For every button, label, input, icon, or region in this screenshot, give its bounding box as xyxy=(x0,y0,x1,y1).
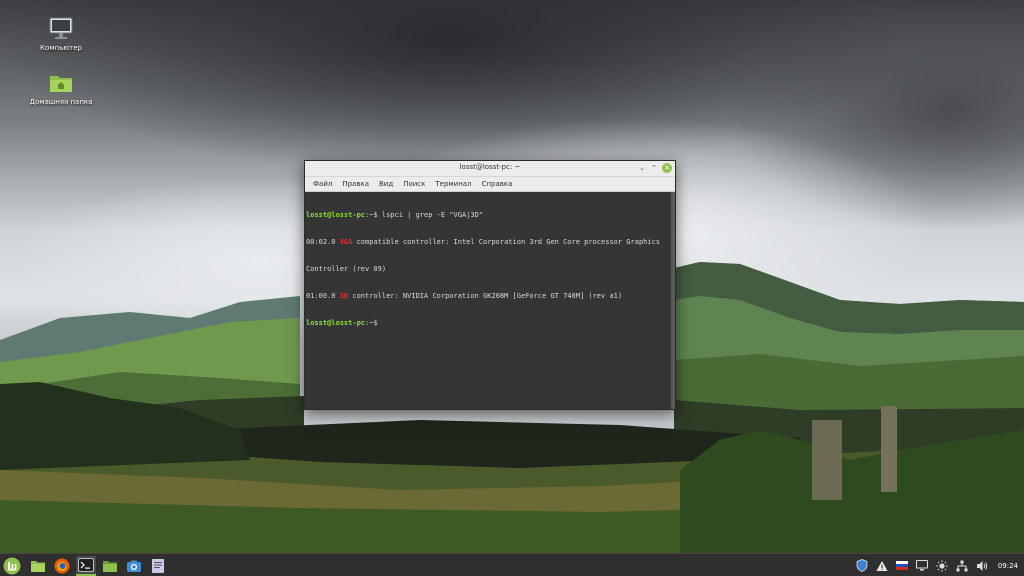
screenshot-button[interactable] xyxy=(124,556,144,576)
grep-match: 3D xyxy=(339,292,349,300)
close-button[interactable]: ✕ xyxy=(662,163,672,173)
prompt-separator: :~$ xyxy=(365,211,382,219)
menu-file[interactable]: Файл xyxy=(308,180,337,188)
clock[interactable]: 09:24 xyxy=(998,562,1018,570)
system-tray: 09:24 xyxy=(852,554,1024,576)
display-icon xyxy=(915,560,928,571)
warning-tray-button[interactable] xyxy=(875,559,889,573)
firefox-icon xyxy=(54,558,70,573)
firefox-button[interactable] xyxy=(52,556,72,576)
menu-terminal[interactable]: Терминал xyxy=(430,180,476,188)
maximize-button[interactable]: ⌃ xyxy=(649,163,659,173)
shield-icon xyxy=(856,559,868,572)
maximize-icon: ⌃ xyxy=(651,164,657,172)
mint-menu-icon xyxy=(3,557,21,574)
grep-match: VGA xyxy=(339,238,353,246)
text-editor-button[interactable] xyxy=(148,556,168,576)
terminal-window[interactable]: losst@losst-pc: ~ ⌄ ⌃ ✕ Файл Правка Вид … xyxy=(304,160,676,410)
warning-icon xyxy=(876,560,888,571)
terminal-icon xyxy=(78,557,94,572)
menu-view[interactable]: Вид xyxy=(374,180,398,188)
terminal-taskbar-button[interactable] xyxy=(76,555,96,576)
taskbar: 09:24 xyxy=(0,553,1024,576)
output-text: controller: NVIDIA Corporation GK208M [G… xyxy=(348,292,623,300)
screenshot-icon xyxy=(127,560,141,572)
window-titlebar[interactable]: losst@losst-pc: ~ ⌄ ⌃ ✕ xyxy=(305,161,675,177)
menu-edit[interactable]: Правка xyxy=(337,180,374,188)
window-menubar: Файл Правка Вид Поиск Терминал Справка xyxy=(305,177,675,192)
output-text: 01:00.0 xyxy=(306,292,340,300)
desktop-icon-label: Компьютер xyxy=(40,44,82,52)
files-icon xyxy=(103,560,117,572)
desktop-icon-home[interactable]: Домашняя папка xyxy=(26,70,96,107)
keyboard-layout-icon xyxy=(895,561,908,570)
prompt-separator: :~$ xyxy=(365,319,378,327)
terminal-line: losst@losst-pc:~$ lspci | grep -E "VGA|3… xyxy=(306,211,675,220)
scrollbar-thumb[interactable] xyxy=(671,192,675,409)
keyboard-layout-button[interactable] xyxy=(895,559,909,573)
minimize-icon: ⌄ xyxy=(639,164,645,172)
close-icon: ✕ xyxy=(664,164,670,172)
desktop: Компьютер Домашняя папка losst@losst-pc:… xyxy=(0,0,1024,576)
minimize-button[interactable]: ⌄ xyxy=(637,163,647,173)
text-editor-icon xyxy=(152,558,164,573)
terminal-output[interactable]: losst@losst-pc:~$ lspci | grep -E "VGA|3… xyxy=(305,192,675,409)
display-tray-button[interactable] xyxy=(915,559,929,573)
terminal-line: Controller (rev 09) xyxy=(306,265,675,274)
menu-launcher-button[interactable] xyxy=(2,556,22,576)
home-folder-icon xyxy=(50,76,72,92)
desktop-icon-computer[interactable]: Компьютер xyxy=(26,16,96,53)
monitor-icon xyxy=(49,17,73,39)
brightness-tray-button[interactable] xyxy=(935,559,949,573)
output-text: compatible controller: Intel Corporation… xyxy=(352,238,661,246)
menu-search[interactable]: Поиск xyxy=(398,180,430,188)
terminal-line: losst@losst-pc:~$ xyxy=(306,319,675,328)
terminal-line: 01:00.0 3D controller: NVIDIA Corporatio… xyxy=(306,292,675,301)
output-text: Controller (rev 09) xyxy=(306,265,387,273)
desktop-icon-label: Домашняя папка xyxy=(29,98,93,106)
network-tray-button[interactable] xyxy=(955,559,969,573)
shield-tray-button[interactable] xyxy=(855,559,869,573)
files-button[interactable] xyxy=(100,556,120,576)
show-desktop-icon xyxy=(31,560,45,572)
network-icon xyxy=(956,560,968,571)
brightness-icon xyxy=(936,559,948,572)
shell-command: lspci | grep -E "VGA|3D" xyxy=(381,211,484,219)
window-title: losst@losst-pc: ~ xyxy=(459,163,521,171)
scrollbar[interactable] xyxy=(671,192,675,409)
volume-icon xyxy=(976,560,988,571)
shell-prompt: losst@losst-pc xyxy=(306,319,366,327)
volume-tray-button[interactable] xyxy=(975,559,989,573)
shell-prompt: losst@losst-pc xyxy=(306,211,366,219)
terminal-line: 00:02.0 VGA compatible controller: Intel… xyxy=(306,238,675,247)
output-text: 00:02.0 xyxy=(306,238,340,246)
show-desktop-button[interactable] xyxy=(28,556,48,576)
menu-help[interactable]: Справка xyxy=(477,180,518,188)
